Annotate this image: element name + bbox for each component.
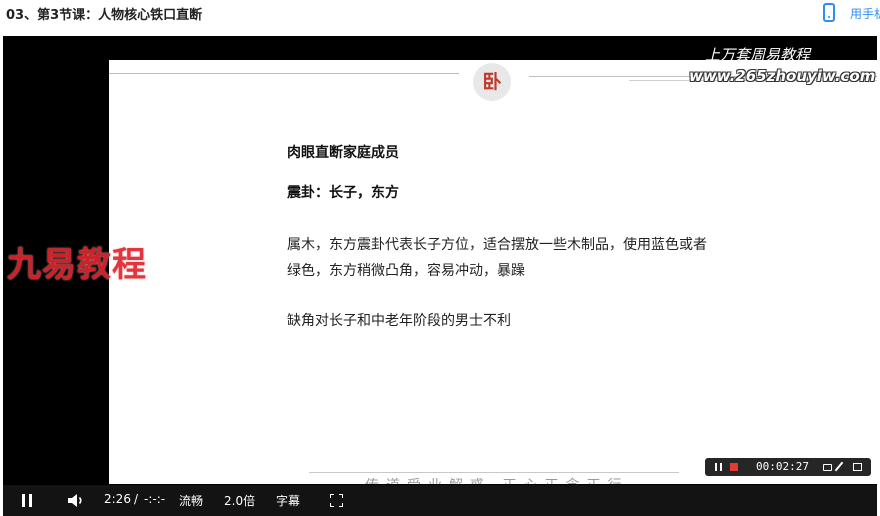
watermark-overlay-title: 上万套周易教程 [705,46,811,64]
pause-icon[interactable] [22,494,32,507]
quality-button[interactable]: 流畅 [179,492,203,509]
course-title: 03、第3节课：人物核心铁口直断 [6,8,203,23]
fullscreen-icon[interactable] [330,494,343,507]
top-bar: 03、第3节课：人物核心铁口直断 用手机 [0,0,880,36]
emblem-glyph: 卧 [482,70,502,93]
window-mode-icon[interactable] [853,463,862,471]
use-phone-link[interactable]: 用手机 [850,5,880,22]
recorder-toolbar: 00:02:27 [705,458,871,476]
screenshot-camera-icon[interactable] [823,464,832,471]
slide-footer-divider [309,472,679,473]
slide-heading: 肉眼直断家庭成员 [287,145,399,161]
volume-icon[interactable] [67,493,85,508]
slide-paragraph-2: 缺角对长子和中老年阶段的男士不利 [287,313,511,329]
slide-motto: 传道受业解惑 正心正念正行 [365,475,628,484]
slide-emblem-logo: 卧 [473,63,511,101]
video-player[interactable]: 卧 肉眼直断家庭成员 震卦：长子，东方 属木，东方震卦代表长子方位，适合摆放一些… [3,36,877,516]
lecture-slide: 卧 肉眼直断家庭成员 震卦：长子，东方 属木，东方震卦代表长子方位，适合摆放一些… [109,60,877,484]
slide-paragraph: 属木，东方震卦代表长子方位，适合摆放一些木制品，使用蓝色或者绿色，东方稍微凸角，… [287,237,707,279]
brand-watermark: 九易教程 [7,245,147,285]
subtitles-button[interactable]: 字幕 [276,492,300,509]
current-time: 2:26 [104,492,131,506]
recorder-pause-icon[interactable] [715,463,722,471]
annotate-pen-icon[interactable] [834,461,844,472]
time-separator: / [134,492,139,506]
playback-speed-button[interactable]: 2.0倍 [224,492,255,509]
recorder-elapsed-time: 00:02:27 [756,460,809,473]
player-control-bar: 2:26 / -:-:- 流畅 2.0倍 字幕 [3,485,877,516]
duration: -:-:- [144,492,166,506]
recorder-stop-icon[interactable] [730,463,738,471]
watermark-overlay-url: www.265zhouyiw.com [689,67,876,85]
slide-divider-left [109,73,459,74]
slide-subheading: 震卦：长子，东方 [287,185,399,201]
mobile-phone-icon[interactable] [823,3,835,22]
